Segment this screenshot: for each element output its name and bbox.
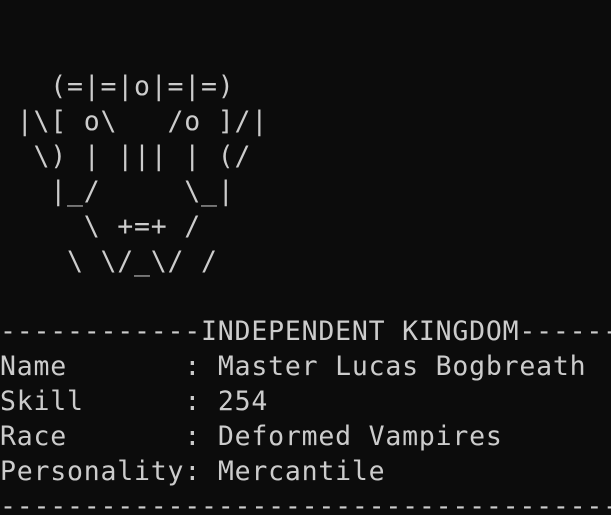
field-value: Deformed Vampires: [217, 421, 503, 452]
ascii-art-line: \) | ||| | (/: [0, 141, 252, 172]
footer-separator: ----------------------------------------…: [0, 491, 611, 515]
ascii-art-line: \ \/_\/ /: [0, 246, 218, 277]
field-label: Personality: [0, 456, 185, 487]
field-value: Mercantile: [217, 456, 386, 487]
field-label: Name: [0, 351, 185, 382]
kingdom-header-separator: ------------INDEPENDENT KINGDOM---------…: [0, 316, 611, 347]
field-label: Skill: [0, 386, 185, 417]
field-row-skill: Skill : 254: [0, 384, 268, 419]
field-row-personality: Personality: Mercantile: [0, 454, 385, 489]
field-value: 254: [217, 386, 269, 417]
ascii-art-line: |\[ o\ /o ]/|: [0, 106, 269, 137]
field-row-race: Race : Deformed Vampires: [0, 419, 503, 454]
field-value: Master Lucas Bogbreath: [217, 351, 587, 382]
field-row-name: Name : Master Lucas Bogbreath: [0, 349, 586, 384]
field-separator: :: [184, 456, 218, 487]
field-separator: :: [184, 351, 218, 382]
field-label: Race: [0, 421, 185, 452]
ascii-art-line: |_/ \_|: [0, 176, 235, 207]
field-separator: :: [184, 386, 218, 417]
ascii-art-line: (=|=|o|=|=): [0, 71, 235, 102]
field-separator: :: [184, 421, 218, 452]
ascii-art-line: \ +=+ /: [0, 211, 202, 242]
terminal-window[interactable]: (=|=|o|=|=) |\[ o\ /o ]/| \) | ||| | (/ …: [0, 0, 611, 515]
